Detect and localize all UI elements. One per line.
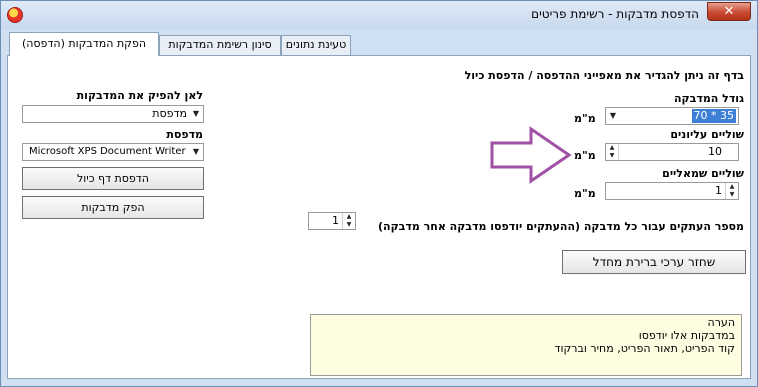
spin-up-icon[interactable]: ▲ xyxy=(606,144,618,152)
printer-label: מדפסת xyxy=(166,128,203,141)
label-size-label: גודל המדבקה xyxy=(674,92,744,105)
note-title: הערה xyxy=(707,316,735,329)
spin-up-icon[interactable]: ▲ xyxy=(343,213,355,221)
spin-down-icon[interactable]: ▼ xyxy=(343,221,355,229)
top-margin-stepper[interactable]: 10 ▲ ▼ xyxy=(605,143,739,161)
note-line-2: קוד הפריט, תאור הפריט, מחיר וברקוד xyxy=(554,342,736,355)
printer-value: Microsoft XPS Document Writer xyxy=(29,146,186,157)
tab-load-data[interactable]: טעינת נתונים xyxy=(281,35,351,55)
top-margin-value: 10 xyxy=(708,145,722,158)
left-margin-value: 1 xyxy=(715,184,722,197)
reset-defaults-button[interactable]: שחזר ערכי ברירת מחדל xyxy=(562,250,746,274)
spin-buttons[interactable]: ▲ ▼ xyxy=(606,144,619,160)
window-title: הדפסת מדבקות - רשימת פריטים xyxy=(531,7,699,21)
top-margin-label: שוליים עליונים xyxy=(670,128,744,141)
tab-filter-list[interactable]: סינון רשימת המדבקות xyxy=(159,35,281,55)
intro-text: בדף זה ניתן להגדיר את מאפייני ההדפסה / ה… xyxy=(464,69,744,82)
copies-value: 1 xyxy=(332,214,339,227)
spin-buttons[interactable]: ▲ ▼ xyxy=(725,183,738,199)
title-bar[interactable]: הדפסת מדבקות - רשימת פריטים ✕ xyxy=(1,1,757,29)
spin-down-icon[interactable]: ▼ xyxy=(606,152,618,160)
spin-buttons[interactable]: ▲ ▼ xyxy=(342,213,355,229)
produce-labels-button[interactable]: הפק מדבקות xyxy=(22,196,204,219)
note-line-1: במדבקות אלו יודפסו xyxy=(638,329,735,342)
note-box: הערה במדבקות אלו יודפסו קוד הפריט, תאור … xyxy=(310,314,742,376)
left-margin-label: שוליים שמאליים xyxy=(662,167,744,180)
copies-stepper[interactable]: 1 ▲ ▼ xyxy=(308,212,356,230)
main-window: הדפסת מדבקות - רשימת פריטים ✕ הפקת המדבק… xyxy=(0,0,758,387)
annotation-arrow-icon xyxy=(490,126,572,184)
output-target-value: מדפסת xyxy=(152,107,187,120)
chevron-down-icon[interactable]: ▼ xyxy=(606,108,620,124)
output-target-select[interactable]: מדפסת ▼ xyxy=(22,105,204,123)
settings-panel: בדף זה ניתן להגדיר את מאפייני ההדפסה / ה… xyxy=(7,55,751,379)
tab-produce-labels[interactable]: הפקת המדבקות (הדפסה) xyxy=(9,32,159,56)
spin-down-icon[interactable]: ▼ xyxy=(726,191,738,199)
left-margin-unit: מ"מ xyxy=(574,187,596,200)
label-size-value: 70 * 35 xyxy=(691,109,736,123)
left-margin-stepper[interactable]: 1 ▲ ▼ xyxy=(605,182,739,200)
app-logo-icon xyxy=(7,7,23,23)
top-margin-unit: מ"מ xyxy=(574,149,596,162)
printer-select[interactable]: Microsoft XPS Document Writer ▼ xyxy=(22,143,204,161)
tab-strip: הפקת המדבקות (הדפסה) סינון רשימת המדבקות… xyxy=(7,32,751,56)
print-calibration-button[interactable]: הדפסת דף כיול xyxy=(22,167,204,190)
chevron-down-icon[interactable]: ▼ xyxy=(189,144,203,160)
chevron-down-icon[interactable]: ▼ xyxy=(189,106,203,122)
output-target-label: לאן להפיק את המדבקות xyxy=(76,89,203,102)
copies-label: מספר העתקים עבור כל מדבקה (ההעתקים יודפס… xyxy=(377,220,744,233)
label-size-unit: מ"מ xyxy=(574,112,596,125)
spin-up-icon[interactable]: ▲ xyxy=(726,183,738,191)
label-size-select[interactable]: ▼ 70 * 35 xyxy=(605,107,739,125)
close-button[interactable]: ✕ xyxy=(707,2,751,21)
